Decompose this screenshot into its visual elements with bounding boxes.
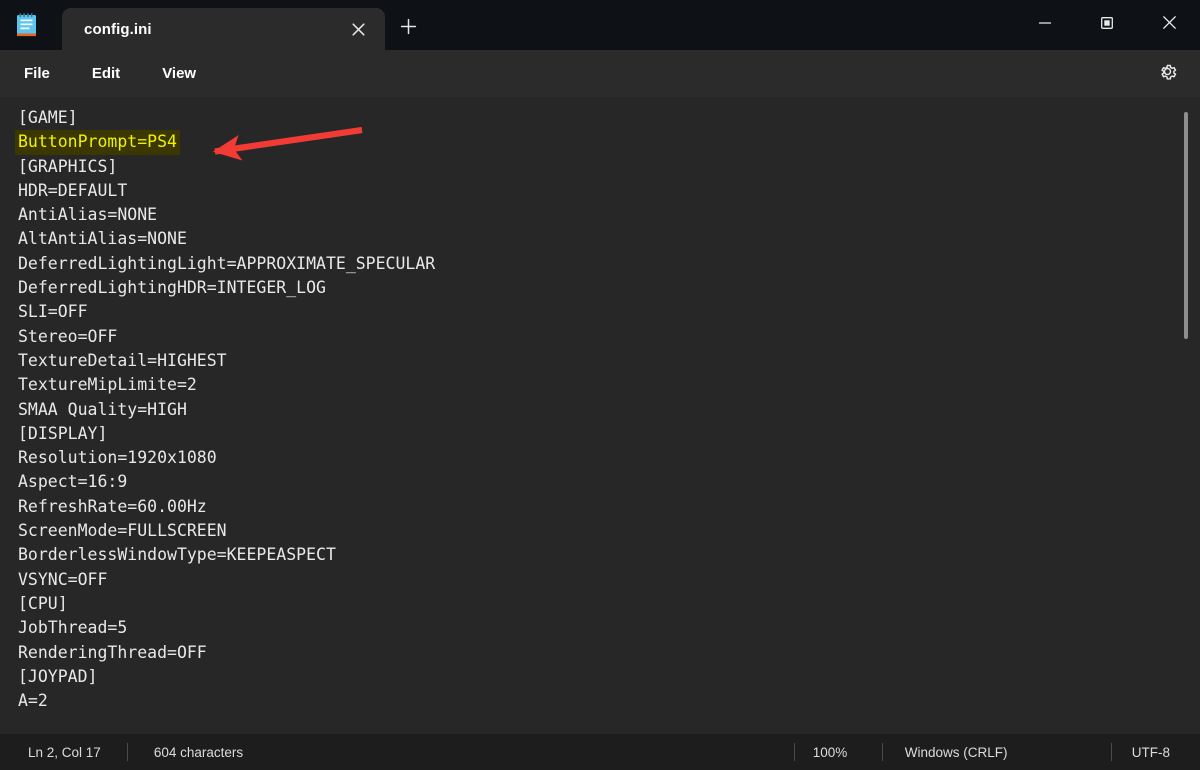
gear-icon xyxy=(1157,61,1178,87)
notepad-window: config.ini xyxy=(0,0,1200,770)
window-controls xyxy=(1014,0,1200,50)
editor-line[interactable]: A=2 xyxy=(18,689,1174,713)
editor-line[interactable]: [JOYPAD] xyxy=(18,665,1174,689)
editor-line[interactable]: AltAntiAlias=NONE xyxy=(18,227,1174,251)
maximize-button[interactable] xyxy=(1076,0,1138,50)
status-line-endings[interactable]: Windows (CRLF) xyxy=(883,734,1111,770)
editor-line[interactable]: RefreshRate=60.00Hz xyxy=(18,495,1174,519)
editor-line[interactable]: BorderlessWindowType=KEEPEASPECT xyxy=(18,543,1174,567)
settings-button[interactable] xyxy=(1152,59,1182,89)
editor-line[interactable]: DeferredLightingHDR=INTEGER_LOG xyxy=(18,276,1174,300)
new-tab-button[interactable] xyxy=(385,8,431,50)
close-button[interactable] xyxy=(1138,0,1200,50)
highlighted-line[interactable]: ButtonPrompt=PS4 xyxy=(15,130,180,154)
editor-line[interactable]: DeferredLightingLight=APPROXIMATE_SPECUL… xyxy=(18,252,1174,276)
menu-item-view[interactable]: View xyxy=(152,60,206,87)
close-icon xyxy=(1161,14,1178,36)
plus-icon xyxy=(400,18,417,40)
status-character-count[interactable]: 604 characters xyxy=(128,734,243,770)
status-encoding[interactable]: UTF-8 xyxy=(1112,734,1200,770)
editor-line[interactable]: TextureDetail=HIGHEST xyxy=(18,349,1174,373)
menu-item-edit[interactable]: Edit xyxy=(82,60,130,87)
title-bar: config.ini xyxy=(0,0,1200,50)
menu-bar: File Edit View xyxy=(0,50,1200,97)
status-zoom-level[interactable]: 100% xyxy=(795,734,882,770)
editor-line[interactable]: [GRAPHICS] xyxy=(18,155,1174,179)
editor-line[interactable]: ScreenMode=FULLSCREEN xyxy=(18,519,1174,543)
vertical-scrollbar[interactable] xyxy=(1180,97,1194,734)
minimize-button[interactable] xyxy=(1014,0,1076,50)
editor-line[interactable]: ButtonPrompt=PS4 xyxy=(18,130,1174,154)
notepad-icon xyxy=(14,11,40,39)
tab-title: config.ini xyxy=(84,21,152,38)
maximize-icon xyxy=(1099,15,1115,36)
editor-line[interactable]: AntiAlias=NONE xyxy=(18,203,1174,227)
minimize-icon xyxy=(1037,15,1053,36)
editor-line[interactable]: RenderingThread=OFF xyxy=(18,641,1174,665)
editor-line[interactable]: [DISPLAY] xyxy=(18,422,1174,446)
close-icon[interactable] xyxy=(345,16,371,42)
editor-line[interactable]: [CPU] xyxy=(18,592,1174,616)
editor-line[interactable]: SMAA Quality=HIGH xyxy=(18,398,1174,422)
editor-line[interactable]: HDR=DEFAULT xyxy=(18,179,1174,203)
editor-line[interactable]: JobThread=5 xyxy=(18,616,1174,640)
editor-line[interactable]: Aspect=16:9 xyxy=(18,470,1174,494)
tab-strip: config.ini xyxy=(62,8,431,50)
editor-line[interactable]: [GAME] xyxy=(18,106,1174,130)
status-bar: Ln 2, Col 17 604 characters 100% Windows… xyxy=(0,734,1200,770)
scrollbar-thumb[interactable] xyxy=(1184,112,1188,339)
editor-line[interactable]: SLI=OFF xyxy=(18,300,1174,324)
editor-line[interactable]: Stereo=OFF xyxy=(18,325,1174,349)
editor-line[interactable]: Resolution=1920x1080 xyxy=(18,446,1174,470)
text-editor-area[interactable]: [GAME]ButtonPrompt=PS4[GRAPHICS]HDR=DEFA… xyxy=(0,97,1200,734)
tab-config-ini[interactable]: config.ini xyxy=(62,8,385,50)
editor-line[interactable]: TextureMipLimite=2 xyxy=(18,373,1174,397)
editor-line[interactable]: VSYNC=OFF xyxy=(18,568,1174,592)
status-cursor-position[interactable]: Ln 2, Col 17 xyxy=(0,734,127,770)
editor-content[interactable]: [GAME]ButtonPrompt=PS4[GRAPHICS]HDR=DEFA… xyxy=(18,106,1174,713)
menu-item-file[interactable]: File xyxy=(14,60,60,87)
